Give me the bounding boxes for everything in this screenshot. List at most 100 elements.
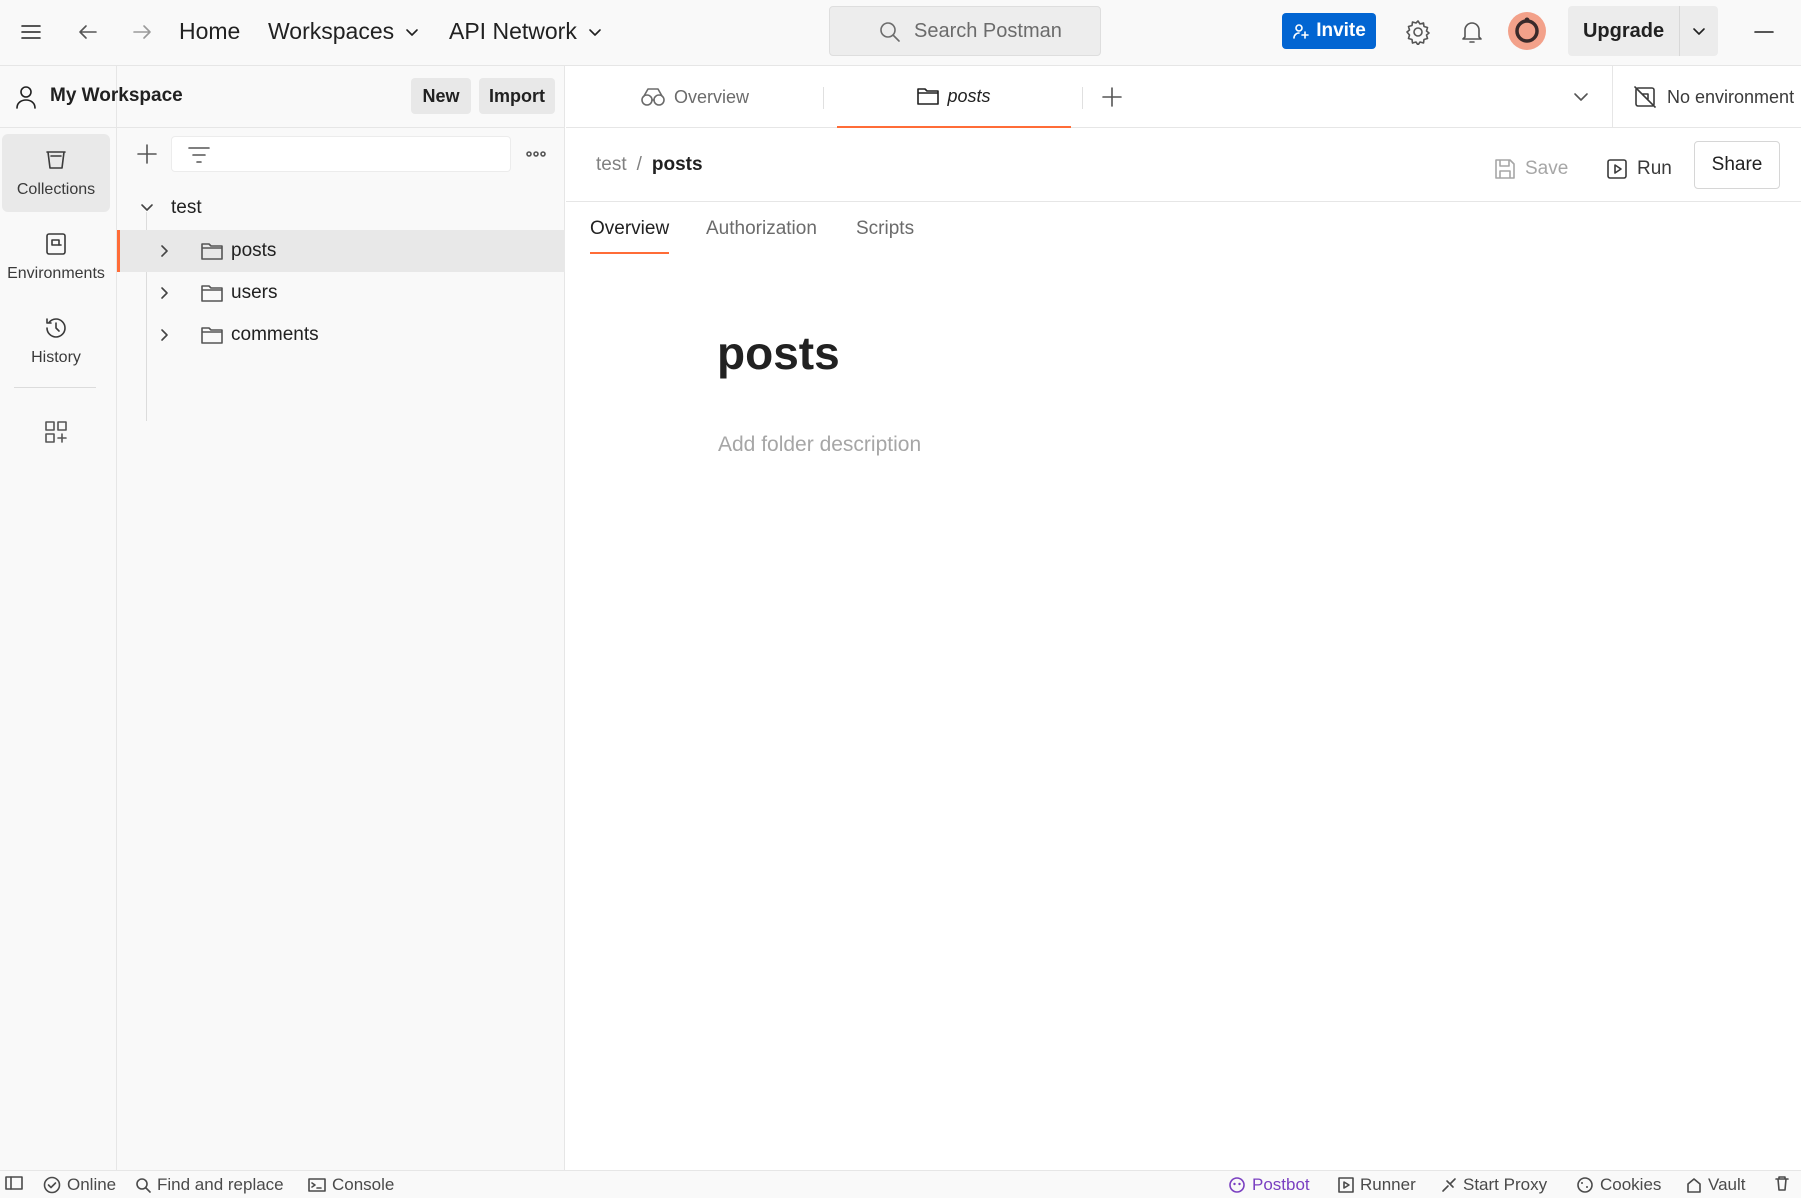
status-bar: Online Find and replace Console Postbot … <box>0 1170 1801 1198</box>
folder-row-comments[interactable]: comments <box>117 314 565 356</box>
postbot-button[interactable]: Postbot <box>1228 1175 1310 1195</box>
filter-input[interactable] <box>171 136 511 172</box>
folder-row-users[interactable]: users <box>117 272 565 314</box>
avatar[interactable] <box>1508 12 1546 50</box>
console-icon <box>308 1177 326 1193</box>
proxy-icon <box>1441 1177 1457 1193</box>
save-button[interactable]: Save <box>1494 147 1568 191</box>
history-icon <box>43 315 69 341</box>
environment-selector[interactable]: No environment <box>1612 66 1801 128</box>
workspaces-label: Workspaces <box>268 18 395 44</box>
console-button[interactable]: Console <box>308 1175 394 1195</box>
import-button[interactable]: Import <box>479 78 555 114</box>
folder-name: posts <box>231 240 277 261</box>
rail-item-collections[interactable]: Collections <box>2 134 110 212</box>
tab-posts[interactable]: posts <box>837 66 1071 128</box>
add-collection-icon[interactable] <box>136 143 158 165</box>
notification-bell-icon[interactable] <box>1460 19 1484 45</box>
new-tab-plus-icon[interactable] <box>1101 86 1123 108</box>
chevron-down-icon <box>139 200 155 216</box>
upgrade-split-button: Upgrade <box>1568 6 1718 56</box>
check-circle-icon <box>43 1176 61 1194</box>
subtab-overview[interactable]: Overview <box>590 218 670 254</box>
toggle-sidebar-icon[interactable] <box>5 1175 23 1191</box>
avatar-icon <box>1515 17 1539 43</box>
cookie-icon <box>1576 1176 1594 1194</box>
overview-icon <box>640 87 666 107</box>
breadcrumb-parent[interactable]: test <box>596 154 627 176</box>
folder-description-input[interactable]: Add folder description <box>718 433 921 457</box>
tab-divider <box>1082 87 1083 109</box>
back-arrow-icon[interactable] <box>76 20 100 44</box>
chevron-down-icon <box>1691 23 1707 39</box>
breadcrumb: test / posts <box>596 154 703 176</box>
folder-title[interactable]: posts <box>717 326 840 380</box>
collection-row-test[interactable]: test <box>117 187 565 229</box>
online-status[interactable]: Online <box>43 1175 116 1195</box>
rail-item-history[interactable]: History <box>2 302 110 380</box>
breadcrumb-current: posts <box>651 154 703 175</box>
tab-posts-label: posts <box>947 85 991 106</box>
no-environment-icon <box>1633 85 1657 109</box>
user-icon <box>14 84 38 110</box>
workspaces-menu[interactable]: Workspaces <box>268 18 420 45</box>
folder-icon <box>917 86 940 106</box>
more-options-icon[interactable] <box>525 145 547 163</box>
tabs-overflow-chevron-icon[interactable] <box>1572 89 1590 105</box>
folder-name: users <box>231 282 278 303</box>
vault-button[interactable]: Vault <box>1686 1175 1746 1195</box>
forward-arrow-icon[interactable] <box>130 20 154 44</box>
chevron-down-icon <box>587 24 603 40</box>
postbot-icon <box>1228 1176 1246 1194</box>
workspace-title: My Workspace <box>50 85 183 106</box>
hamburger-menu-icon[interactable] <box>20 21 42 43</box>
upgrade-dropdown[interactable] <box>1680 6 1718 56</box>
trash-icon[interactable] <box>1774 1175 1790 1191</box>
folder-row-posts[interactable]: posts <box>117 230 565 272</box>
breadcrumb-separator: / <box>636 154 642 175</box>
search-bar[interactable]: Search Postman <box>829 6 1101 56</box>
home-link[interactable]: Home <box>179 18 240 45</box>
subtab-scripts[interactable]: Scripts <box>856 218 914 252</box>
main-panel: Overview posts No environment test / pos… <box>566 66 1801 1170</box>
chevron-right-icon <box>157 327 173 343</box>
find-replace-label: Find and replace <box>157 1175 284 1194</box>
find-replace-button[interactable]: Find and replace <box>135 1175 284 1195</box>
workspace-header: My Workspace New Import <box>0 66 565 128</box>
upgrade-button[interactable]: Upgrade <box>1568 6 1680 56</box>
postbot-label: Postbot <box>1252 1175 1310 1194</box>
runner-button[interactable]: Runner <box>1338 1175 1416 1195</box>
run-label: Run <box>1637 158 1672 179</box>
start-proxy-button[interactable]: Start Proxy <box>1441 1175 1547 1195</box>
runner-icon <box>1338 1177 1354 1193</box>
new-button[interactable]: New <box>411 78 471 114</box>
cookies-label: Cookies <box>1600 1175 1662 1194</box>
online-label: Online <box>67 1175 117 1194</box>
cookies-button[interactable]: Cookies <box>1576 1175 1661 1195</box>
folder-icon <box>201 241 223 261</box>
search-icon <box>135 1177 151 1193</box>
settings-gear-icon[interactable] <box>1405 19 1431 45</box>
rail-item-environments[interactable]: Environments <box>2 218 110 296</box>
runner-label: Runner <box>1360 1175 1416 1194</box>
folder-name: comments <box>231 324 319 345</box>
tab-overview[interactable]: Overview <box>566 66 823 128</box>
search-placeholder: Search Postman <box>914 20 1062 42</box>
chevron-right-icon <box>157 243 173 259</box>
minimize-window-icon[interactable] <box>1754 22 1774 42</box>
invite-button[interactable]: Invite <box>1282 13 1376 49</box>
rail-label-collections: Collections <box>16 181 96 198</box>
run-button[interactable]: Run <box>1606 147 1672 191</box>
start-proxy-label: Start Proxy <box>1463 1175 1548 1194</box>
add-user-icon <box>1292 22 1310 40</box>
invite-label: Invite <box>1316 20 1366 41</box>
api-network-menu[interactable]: API Network <box>449 18 603 45</box>
share-button[interactable]: Share <box>1694 141 1780 189</box>
save-label: Save <box>1525 158 1569 179</box>
top-bar: Home Workspaces API Network Search Postm… <box>0 0 1801 66</box>
folder-icon <box>201 325 223 345</box>
header-divider <box>566 201 1801 202</box>
filter-icon <box>188 145 210 165</box>
configure-sidebar-icon[interactable] <box>43 419 69 445</box>
subtab-authorization[interactable]: Authorization <box>706 218 817 252</box>
